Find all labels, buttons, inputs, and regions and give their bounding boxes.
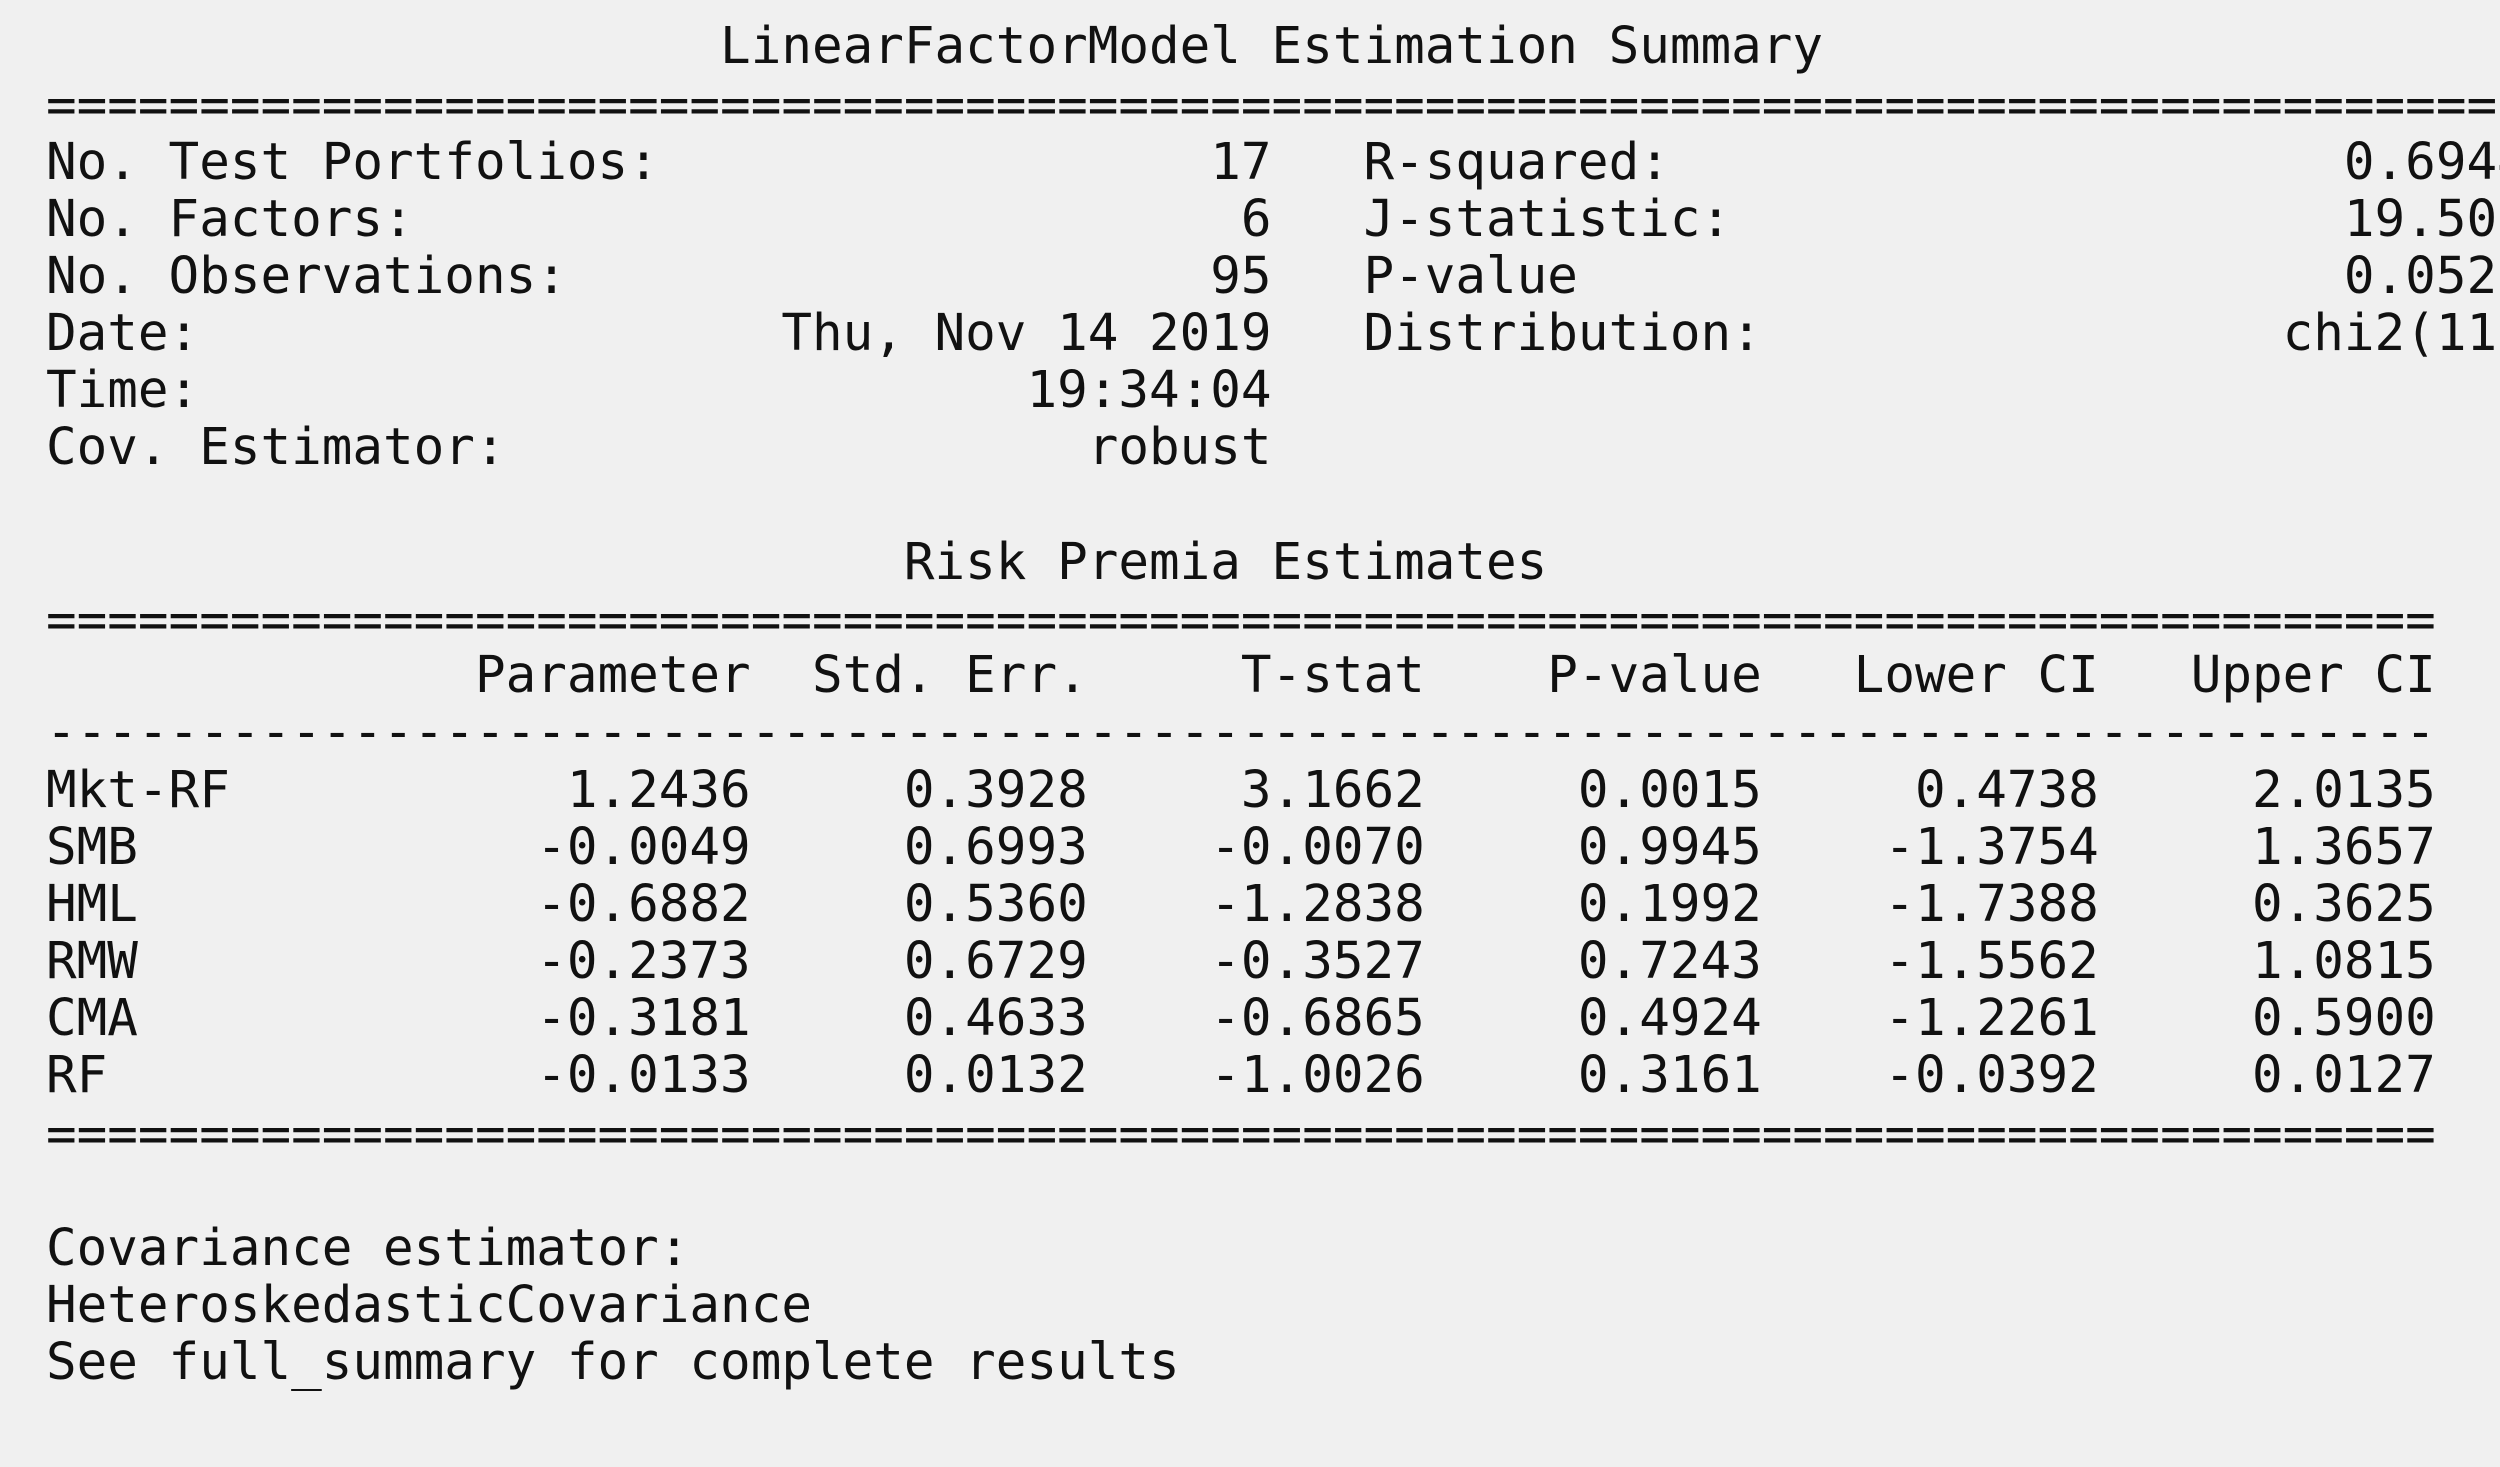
risk-premia-row-rf: RF -0.0133 0.0132 -1.0026 0.3161 -0.0392… — [46, 1046, 2436, 1105]
footer-line-1: Covariance estimator: — [46, 1219, 690, 1278]
summary-row-3: No. Observations: 95 P-value 0.0527 — [46, 247, 2500, 306]
risk-premia-bottom-rule: ========================================… — [46, 1105, 2436, 1164]
summary-row-6: Cov. Estimator: robust — [46, 418, 1272, 477]
risk-premia-row-rmw: RMW -0.2373 0.6729 -0.3527 0.7243 -1.556… — [46, 932, 2436, 991]
footer-line-2: HeteroskedasticCovariance — [46, 1276, 812, 1335]
summary-row-2: No. Factors: 6 J-statistic: 19.501 — [46, 190, 2500, 249]
summary-row-5: Time: 19:34:04 — [46, 361, 1272, 420]
risk-premia-row-smb: SMB -0.0049 0.6993 -0.0070 0.9945 -1.375… — [46, 818, 2436, 877]
risk-premia-row-cma: CMA -0.3181 0.4633 -0.6865 0.4924 -1.226… — [46, 989, 2436, 1048]
risk-premia-header-row: Parameter Std. Err. T-stat P-value Lower… — [46, 646, 2436, 705]
footer-line-3: See full_summary for complete results — [46, 1333, 1180, 1392]
risk-premia-row-mkt-rf: Mkt-RF 1.2436 0.3928 3.1662 0.0015 0.473… — [46, 761, 2436, 820]
summary-row-4: Date: Thu, Nov 14 2019 Distribution: chi… — [46, 304, 2500, 363]
risk-premia-header-rule: ----------------------------------------… — [46, 703, 2436, 762]
summary-top-rule: ========================================… — [46, 76, 2498, 135]
risk-premia-top-rule: ========================================… — [46, 591, 2436, 650]
summary-title-line: LinearFactorModel Estimation Summary — [46, 17, 1824, 76]
risk-premia-title-line: Risk Premia Estimates — [46, 533, 1548, 592]
summary-row-1: No. Test Portfolios: 17 R-squared: 0.694… — [46, 133, 2500, 192]
risk-premia-row-hml: HML -0.6882 0.5360 -1.2838 0.1992 -1.738… — [46, 875, 2436, 934]
